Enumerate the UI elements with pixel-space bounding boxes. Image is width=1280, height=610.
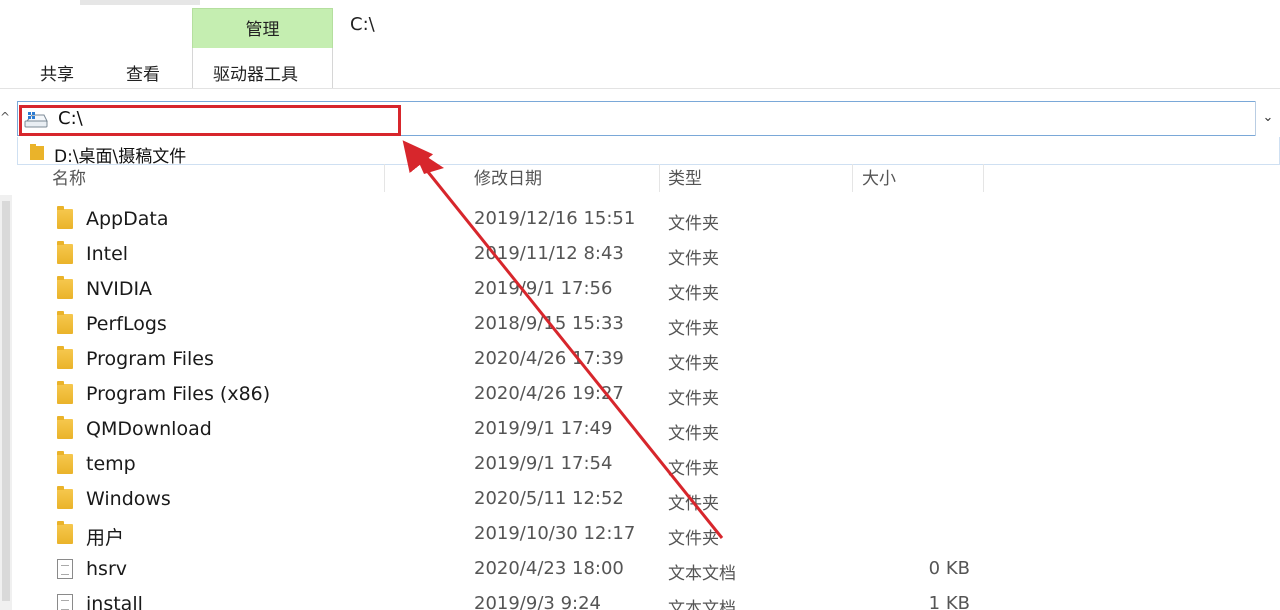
column-header-date[interactable]: 修改日期 <box>474 164 542 189</box>
list-item[interactable]: QMDownload 2019/9/1 17:49 文件夹 <box>0 412 1280 447</box>
file-date: 2020/4/26 19:27 <box>474 383 624 404</box>
file-date: 2019/12/16 15:51 <box>474 208 636 229</box>
nav-caret-icon[interactable]: ^ <box>0 110 10 124</box>
file-type: 文本文档 <box>668 599 736 610</box>
file-name: install <box>86 593 143 610</box>
folder-icon <box>57 416 73 439</box>
file-date: 2020/4/23 18:00 <box>474 558 624 579</box>
file-type: 文件夹 <box>668 249 719 269</box>
file-date: 2019/9/1 17:54 <box>474 453 613 474</box>
file-name: 用户 <box>86 527 125 549</box>
file-type: 文件夹 <box>668 494 719 514</box>
file-type: 文件夹 <box>668 214 719 234</box>
chevron-down-icon[interactable]: ⌄ <box>1255 101 1280 136</box>
folder-icon <box>57 276 73 299</box>
file-size: 1 KB <box>928 593 970 610</box>
column-header-size[interactable]: 大小 <box>862 164 896 189</box>
column-header-type[interactable]: 类型 <box>668 164 702 189</box>
file-type: 文件夹 <box>668 319 719 339</box>
file-date: 2019/9/3 9:24 <box>474 593 601 610</box>
column-divider[interactable] <box>384 164 385 192</box>
column-header-name[interactable]: 名称 <box>52 164 86 189</box>
file-name: NVIDIA <box>86 278 153 300</box>
list-item[interactable]: temp 2019/9/1 17:54 文件夹 <box>0 447 1280 482</box>
list-item[interactable]: PerfLogs 2018/9/15 15:33 文件夹 <box>0 307 1280 342</box>
folder-icon <box>57 346 73 369</box>
window-title: C:\ <box>350 14 375 35</box>
file-date: 2019/9/1 17:56 <box>474 278 613 299</box>
file-type: 文件夹 <box>668 459 719 479</box>
file-date: 2020/4/26 17:39 <box>474 348 624 369</box>
list-item[interactable]: hsrv 2020/4/23 18:00 文本文档 0 KB <box>0 552 1280 587</box>
file-date: 2018/9/15 15:33 <box>474 313 624 334</box>
file-name: Program Files <box>86 348 214 370</box>
list-item[interactable]: Program Files (x86) 2020/4/26 19:27 文件夹 <box>0 377 1280 412</box>
file-date: 2019/9/1 17:49 <box>474 418 613 439</box>
file-name: temp <box>86 453 136 475</box>
list-item[interactable]: Intel 2019/11/12 8:43 文件夹 <box>0 237 1280 272</box>
file-date: 2019/10/30 12:17 <box>474 523 636 544</box>
text-file-icon <box>57 559 73 579</box>
file-type: 文件夹 <box>668 354 719 374</box>
folder-icon <box>57 486 73 509</box>
ribbon: 管理 C:\ 共享 查看 驱动器工具 <box>0 0 1280 92</box>
file-type: 文件夹 <box>668 284 719 304</box>
list-item[interactable]: 用户 2019/10/30 12:17 文件夹 <box>0 517 1280 552</box>
text-file-icon <box>57 594 73 610</box>
folder-icon <box>57 241 73 264</box>
tab-drive-tools[interactable]: 驱动器工具 <box>213 60 298 85</box>
address-suggestions: D:\桌面\摄稿文件 <box>17 137 1280 167</box>
list-item[interactable]: install 2019/9/3 9:24 文本文档 1 KB <box>0 587 1280 610</box>
folder-icon <box>57 381 73 404</box>
file-date: 2019/11/12 8:43 <box>474 243 624 264</box>
folder-icon <box>57 451 73 474</box>
title-bar-fragment <box>80 0 200 5</box>
list-item[interactable]: AppData 2019/12/16 15:51 文件夹 <box>0 202 1280 237</box>
file-name: Windows <box>86 488 171 510</box>
file-type: 文件夹 <box>668 424 719 444</box>
file-name: QMDownload <box>86 418 212 440</box>
column-divider[interactable] <box>852 164 853 192</box>
tab-view[interactable]: 查看 <box>126 60 160 85</box>
file-name: PerfLogs <box>86 313 167 335</box>
ribbon-divider <box>0 88 1280 89</box>
list-item[interactable]: Program Files 2020/4/26 17:39 文件夹 <box>0 342 1280 377</box>
file-size: 0 KB <box>928 558 970 579</box>
folder-icon <box>57 521 73 544</box>
list-item[interactable]: Windows 2020/5/11 12:52 文件夹 <box>0 482 1280 517</box>
list-item[interactable]: NVIDIA 2019/9/1 17:56 文件夹 <box>0 272 1280 307</box>
column-divider[interactable] <box>983 164 984 192</box>
red-highlight-box <box>19 105 401 136</box>
manage-context-group[interactable]: 管理 <box>192 8 333 49</box>
tab-share[interactable]: 共享 <box>40 60 74 85</box>
file-name: hsrv <box>86 558 127 580</box>
file-name: AppData <box>86 208 169 230</box>
column-divider[interactable] <box>659 164 660 192</box>
file-type: 文件夹 <box>668 389 719 409</box>
folder-icon <box>57 206 73 229</box>
folder-icon <box>30 144 44 160</box>
file-name: Intel <box>86 243 129 265</box>
file-type: 文件夹 <box>668 529 719 549</box>
file-name: Program Files (x86) <box>86 383 271 405</box>
suggestion-item[interactable]: D:\桌面\摄稿文件 <box>28 140 388 167</box>
file-date: 2020/5/11 12:52 <box>474 488 624 509</box>
folder-icon <box>57 311 73 334</box>
file-explorer-window: 管理 C:\ 共享 查看 驱动器工具 ^ C:\ ⌄ D:\桌面\摄稿文件 名称… <box>0 0 1280 610</box>
file-type: 文本文档 <box>668 564 736 584</box>
